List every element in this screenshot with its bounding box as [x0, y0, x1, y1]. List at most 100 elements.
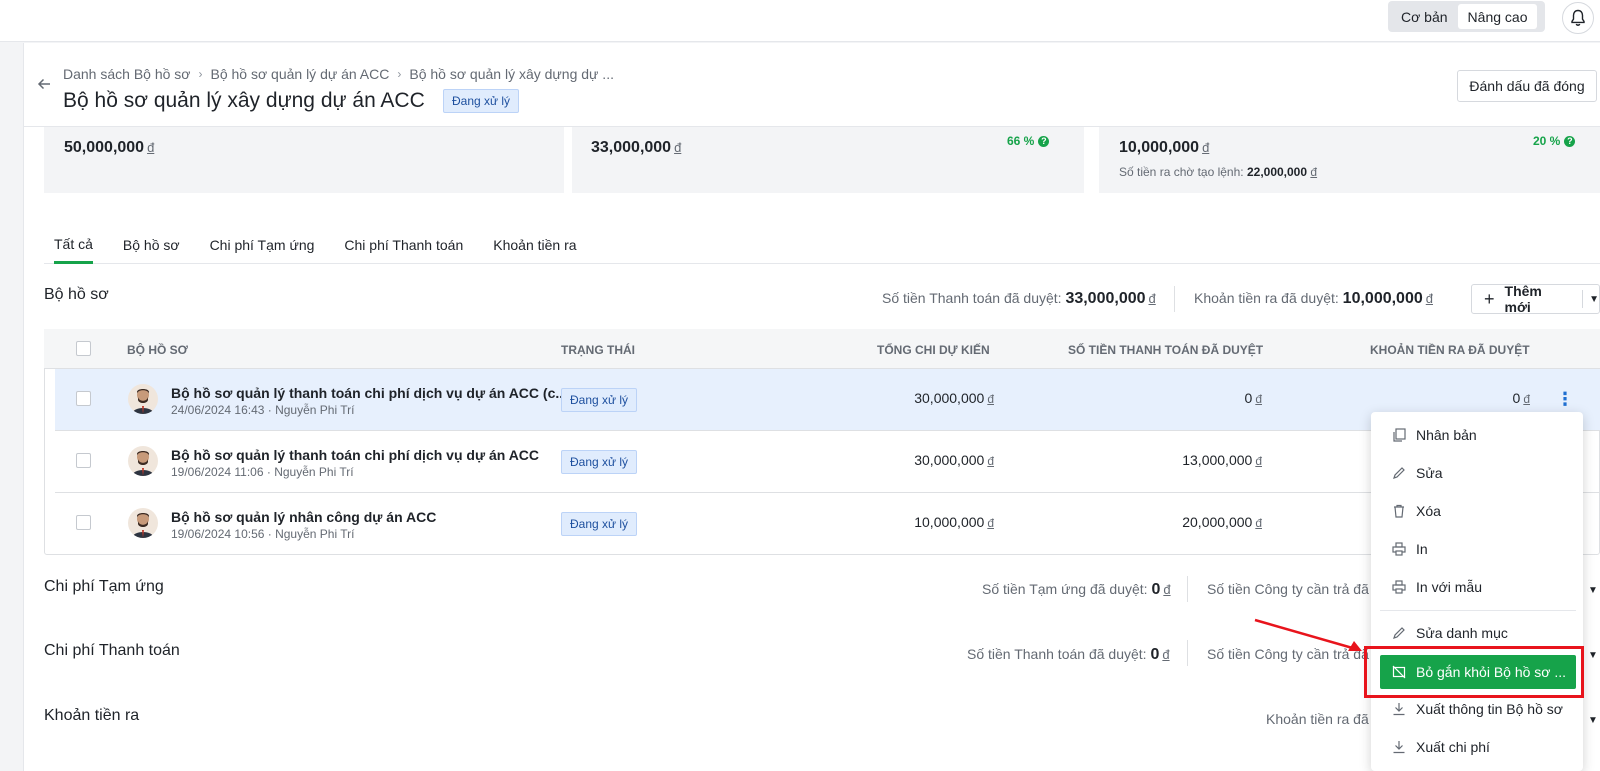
- page-title: Bộ hồ sơ quản lý xây dựng dự án ACC: [63, 89, 425, 112]
- tab-payment[interactable]: Chi phí Thanh toán: [344, 226, 463, 264]
- mode-advanced-button[interactable]: Nâng cao: [1457, 4, 1538, 29]
- printer-icon: [1392, 580, 1406, 594]
- tab-all[interactable]: Tất cả: [54, 226, 93, 264]
- printer-icon: [1392, 542, 1406, 556]
- row-checkbox[interactable]: [76, 453, 91, 468]
- chevron-right-icon: ›: [397, 67, 402, 81]
- payment-approved-summary: Số tiền Thanh toán đã duyệt: 0đ: [967, 646, 1170, 663]
- section-title-outflow: Khoản tiền ra: [44, 707, 140, 724]
- stat-paid-percent: 66 %?: [1007, 134, 1050, 148]
- add-new-button[interactable]: + Thêm mới ▼: [1471, 283, 1600, 315]
- tab-outflow[interactable]: Khoản tiền ra: [493, 226, 576, 264]
- menu-divider: [1380, 610, 1576, 611]
- stat-paid-value: 33,000,000 đ: [591, 139, 682, 156]
- more-vertical-icon[interactable]: ⋮: [1552, 386, 1578, 412]
- bell-icon[interactable]: [1562, 2, 1594, 34]
- row-meta: 19/06/2024 10:56 · Nguyễn Phi Trí: [171, 527, 355, 541]
- menu-item-edit-category[interactable]: Sửa danh mục: [1380, 616, 1576, 650]
- help-icon[interactable]: ?: [1564, 135, 1576, 147]
- stat-card-outflow: 10,000,000 đ 20 %? Số tiền ra chờ tạo lện…: [1099, 127, 1600, 193]
- divider: [1174, 286, 1175, 312]
- caret-down-icon[interactable]: ▼: [1588, 585, 1598, 596]
- avatar: [128, 446, 158, 476]
- highlight-box: [1364, 646, 1584, 698]
- total-cell: 30,000,000 đ: [914, 452, 994, 468]
- stat-card-paid: 33,000,000 đ 66 %?: [572, 127, 1084, 193]
- table-header: [44, 329, 1600, 369]
- section-title-payment: Chi phí Thanh toán: [44, 642, 180, 659]
- menu-item-print-template[interactable]: In với mẫu: [1380, 570, 1576, 604]
- advance-approved-summary: Số tiền Tạm ứng đã duyệt: 0đ: [982, 581, 1171, 598]
- total-cell: 30,000,000 đ: [914, 390, 994, 406]
- status-badge: Đang xử lý: [561, 450, 638, 474]
- stat-outflow-value: 10,000,000 đ: [1119, 139, 1210, 156]
- caret-down-icon[interactable]: ▼: [1589, 294, 1599, 305]
- section-title-advance: Chi phí Tạm ứng: [44, 578, 164, 595]
- total-cell: 10,000,000 đ: [914, 514, 994, 530]
- paid-cell: 13,000,000 đ: [1182, 452, 1262, 468]
- stat-total-value: 50,000,000 đ: [64, 139, 155, 156]
- tab-bar: Tất cả Bộ hồ sơ Chi phí Tạm ứng Chi phí …: [44, 226, 1600, 264]
- avatar: [128, 508, 158, 538]
- row-checkbox[interactable]: [76, 391, 91, 406]
- stat-outflow-percent: 20 %?: [1533, 134, 1576, 148]
- tab-dossier[interactable]: Bộ hồ sơ: [123, 226, 180, 264]
- outflow-cell: 0đ: [1512, 390, 1530, 406]
- back-arrow-icon[interactable]: [36, 76, 52, 92]
- stat-card-total: 50,000,000 đ: [44, 127, 564, 193]
- mode-toggle: Cơ bản Nâng cao: [1388, 1, 1545, 32]
- mode-basic-button[interactable]: Cơ bản: [1391, 4, 1458, 29]
- copy-icon: [1393, 428, 1406, 442]
- status-badge: Đang xử lý: [561, 388, 638, 412]
- breadcrumb-item[interactable]: Danh sách Bộ hồ sơ: [63, 66, 190, 82]
- column-header-paid[interactable]: SỐ TIỀN THANH TOÁN ĐÃ DUYỆT: [1068, 343, 1263, 357]
- menu-item-print[interactable]: In: [1380, 532, 1576, 566]
- top-bar: [0, 0, 1600, 42]
- row-meta: 24/06/2024 16:43 · Nguyễn Phi Trí: [171, 403, 355, 417]
- page-header: [24, 43, 1600, 127]
- caret-down-icon[interactable]: ▼: [1588, 650, 1598, 661]
- row-title[interactable]: Bộ hồ sơ quản lý thanh toán chi phí dịch…: [171, 447, 539, 463]
- dossier-outflow-summary: Khoản tiền ra đã duyệt: 10,000,000 đ: [1194, 290, 1433, 307]
- menu-item-delete[interactable]: Xóa: [1380, 494, 1576, 528]
- column-header-dossier[interactable]: BỘ HỒ SƠ: [127, 343, 188, 357]
- paid-cell: 0đ: [1244, 390, 1262, 406]
- menu-item-edit[interactable]: Sửa: [1380, 456, 1576, 490]
- divider: [1187, 576, 1188, 602]
- outflow-summary: Khoản tiền ra đã: [1266, 711, 1369, 727]
- dossier-paid-summary: Số tiền Thanh toán đã duyệt: 33,000,000 đ: [882, 290, 1156, 307]
- row-title[interactable]: Bộ hồ sơ quản lý thanh toán chi phí dịch…: [171, 385, 567, 401]
- column-header-status[interactable]: TRẠNG THÁI: [561, 343, 635, 357]
- menu-item-duplicate[interactable]: Nhân bản: [1380, 418, 1576, 452]
- trash-icon: [1394, 504, 1404, 518]
- advance-company-summary: Số tiền Công ty cần trả đã: [1207, 581, 1369, 597]
- mark-closed-button[interactable]: Đánh dấu đã đóng: [1457, 70, 1597, 102]
- select-all-checkbox[interactable]: [76, 341, 91, 356]
- column-header-total[interactable]: TỔNG CHI DỰ KIẾN: [877, 343, 990, 357]
- row-checkbox[interactable]: [76, 515, 91, 530]
- section-title-dossier: Bộ hồ sơ: [44, 286, 109, 303]
- menu-item-export-costs[interactable]: Xuất chi phí: [1380, 730, 1576, 764]
- divider: [1187, 640, 1188, 666]
- breadcrumb-item[interactable]: Bộ hồ sơ quản lý xây dựng dự ...: [409, 66, 614, 82]
- row-meta: 19/06/2024 11:06 · Nguyễn Phi Trí: [171, 465, 354, 479]
- avatar: [128, 384, 158, 414]
- annotation-arrow-icon: [1254, 618, 1362, 651]
- pencil-icon: [1393, 467, 1405, 479]
- column-header-outflow[interactable]: KHOẢN TIỀN RA ĐÃ DUYỆT: [1370, 343, 1530, 357]
- breadcrumb: Danh sách Bộ hồ sơ › Bộ hồ sơ quản lý dự…: [63, 66, 614, 82]
- row-title[interactable]: Bộ hồ sơ quản lý nhân công dự án ACC: [171, 509, 436, 525]
- chevron-right-icon: ›: [198, 67, 203, 81]
- pencil-icon: [1393, 627, 1405, 639]
- download-icon: [1393, 741, 1405, 754]
- help-icon[interactable]: ?: [1038, 135, 1050, 147]
- pending-outflow-note: Số tiền ra chờ tạo lệnh: 22,000,000 đ: [1119, 165, 1318, 179]
- status-badge: Đang xử lý: [443, 89, 520, 113]
- plus-icon: +: [1484, 288, 1495, 309]
- download-icon: [1393, 703, 1405, 716]
- caret-down-icon[interactable]: ▼: [1588, 715, 1598, 726]
- breadcrumb-item[interactable]: Bộ hồ sơ quản lý dự án ACC: [210, 66, 389, 82]
- tab-advance[interactable]: Chi phí Tạm ứng: [210, 226, 315, 264]
- paid-cell: 20,000,000 đ: [1182, 514, 1262, 530]
- status-badge: Đang xử lý: [561, 512, 638, 536]
